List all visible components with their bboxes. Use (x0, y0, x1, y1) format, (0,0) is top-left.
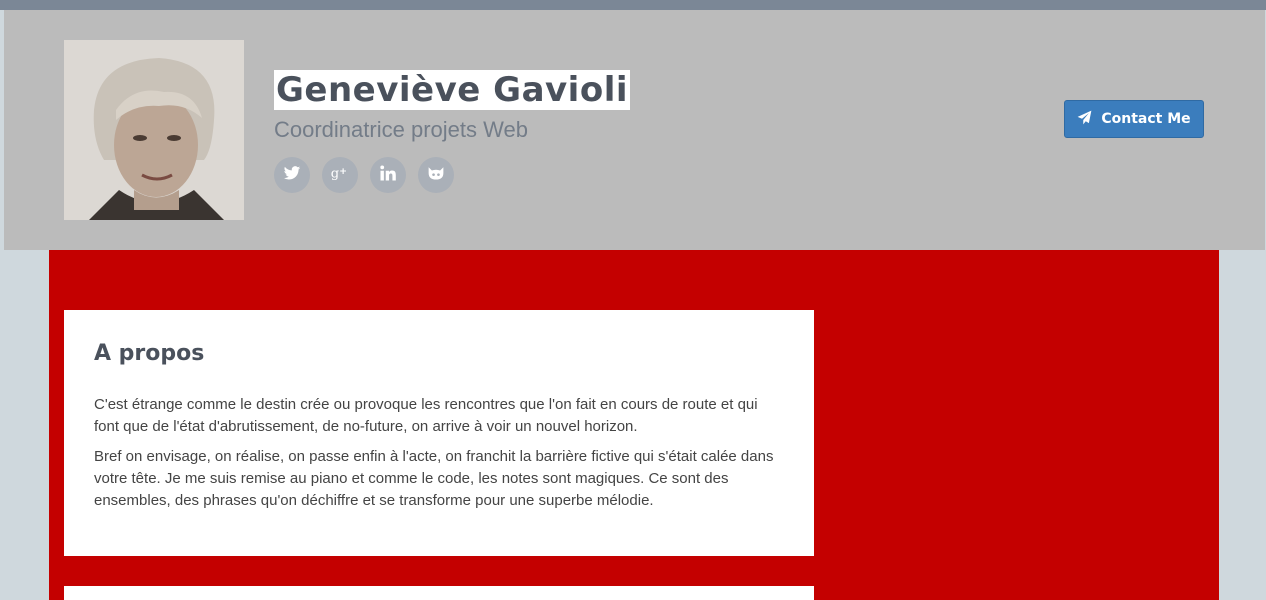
linkedin-link[interactable] (370, 157, 406, 193)
linkedin-icon (379, 164, 397, 187)
svg-text:+: + (339, 165, 347, 176)
contact-me-label: Contact Me (1101, 111, 1191, 127)
profile-header: Geneviève Gavioli Coordinatrice projets … (4, 10, 1265, 250)
avatar (64, 40, 244, 220)
google-plus-icon: g + (330, 164, 350, 187)
next-section-card (64, 586, 814, 600)
social-links: g + (274, 157, 454, 193)
profile-title: Coordinatrice projets Web (274, 117, 528, 142)
about-paragraph-2: Bref on envisage, on réalise, on passe e… (94, 448, 774, 509)
twitter-link[interactable] (274, 157, 310, 193)
top-bar (0, 0, 1266, 10)
main-content: A propos C'est étrange comme le destin c… (49, 250, 1219, 600)
svg-text:g: g (331, 166, 339, 181)
github-link[interactable] (418, 157, 454, 193)
twitter-icon (283, 164, 301, 187)
about-card: A propos C'est étrange comme le destin c… (64, 310, 814, 556)
profile-name: Geneviève Gavioli (274, 70, 631, 110)
about-paragraph-1: C'est étrange comme le destin crée ou pr… (94, 396, 758, 435)
contact-me-button[interactable]: Contact Me (1064, 100, 1204, 138)
paper-plane-icon (1077, 110, 1092, 129)
github-icon (426, 164, 446, 187)
google-plus-link[interactable]: g + (322, 157, 358, 193)
about-heading: A propos (94, 341, 205, 366)
